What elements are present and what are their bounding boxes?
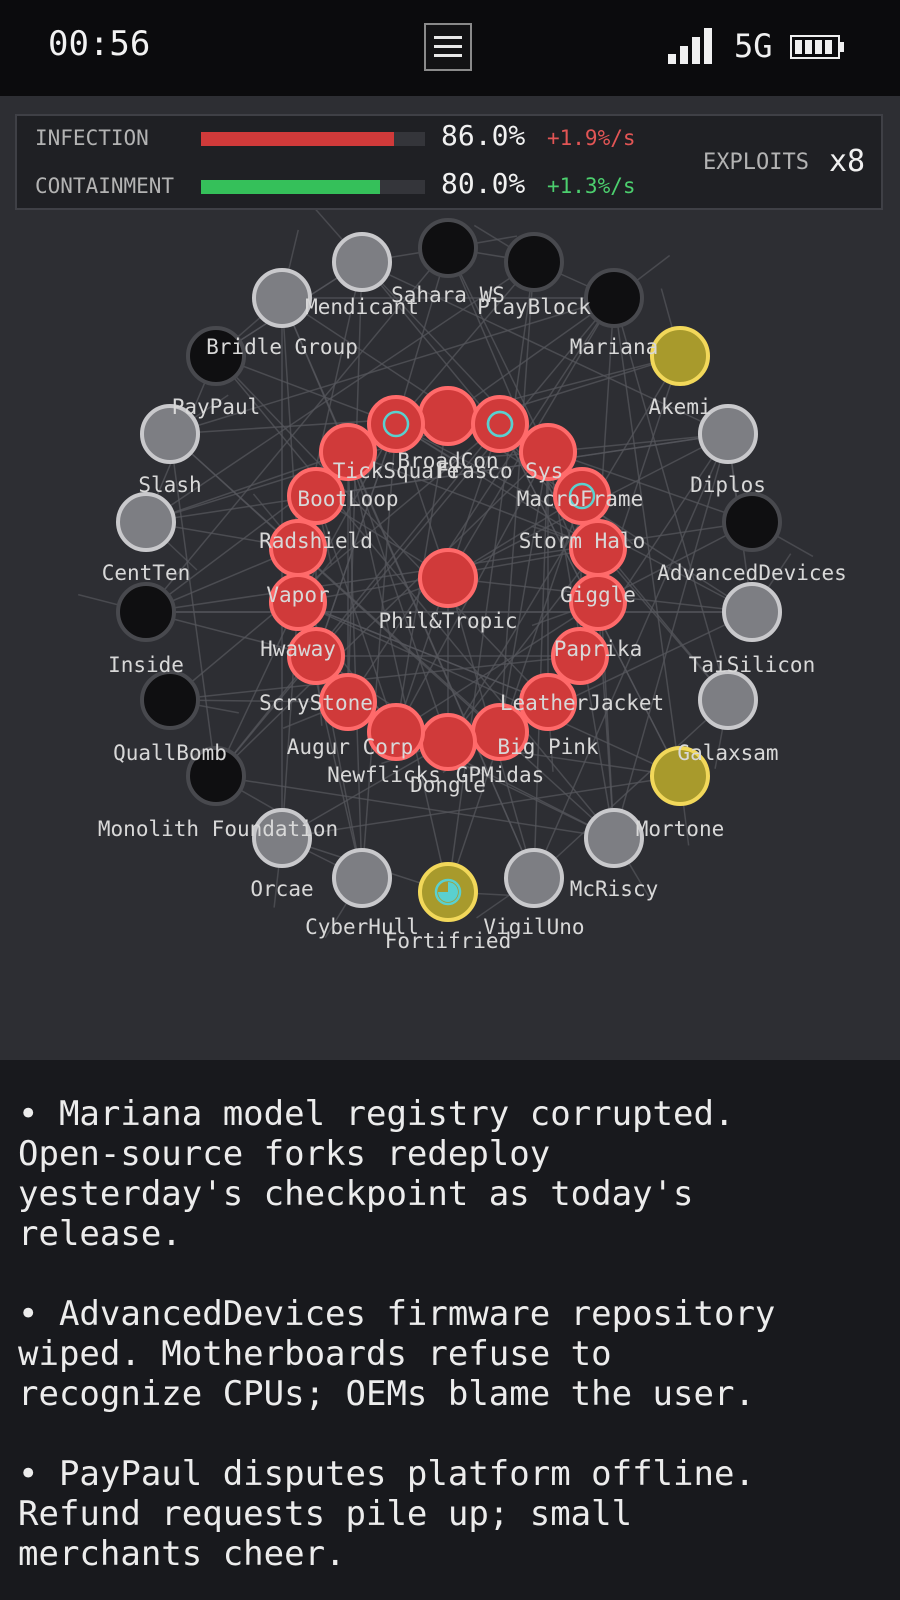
node-label: Inside	[108, 653, 184, 677]
network-edge	[533, 451, 549, 879]
node-label: TaiSilicon	[689, 653, 815, 677]
node-label: Akemi	[648, 395, 711, 419]
exploits-count: x8	[829, 144, 866, 179]
node-label: Phil&Tropic	[378, 609, 517, 633]
infection-bar-fill	[201, 132, 394, 146]
node-label: Monolith Foundation	[98, 817, 338, 841]
clock: 00:56	[48, 24, 151, 64]
node-label: ScryStone	[259, 691, 373, 715]
network-node-broadcon[interactable]	[418, 386, 478, 446]
node-label: QuallBomb	[113, 741, 227, 765]
stats-panel: INFECTION 86.0% +1.9%/s CONTAINMENT 80.0…	[15, 114, 883, 210]
network-node-dongle[interactable]	[419, 713, 477, 771]
network-node-sahara-ws[interactable]	[418, 218, 478, 278]
network-node-advanceddevices[interactable]	[722, 492, 782, 552]
node-label: Paprika	[554, 637, 643, 661]
network-node-frasco-sys[interactable]	[471, 395, 529, 453]
network-node-mcriscy[interactable]	[584, 808, 644, 868]
network-node-phil-tropic[interactable]	[418, 548, 478, 608]
network-node-centten[interactable]	[116, 492, 176, 552]
news-feed: • Mariana model registry corrupted. Open…	[0, 1060, 900, 1600]
news-item: • AdvancedDevices firmware repository wi…	[18, 1294, 776, 1414]
node-label: Diplos	[690, 473, 766, 497]
node-label: Sahara WS	[391, 283, 505, 307]
network-node-mariana[interactable]	[584, 268, 644, 328]
node-label: Vapor	[266, 583, 329, 607]
node-label: McRiscy	[570, 877, 659, 901]
network-type: 5G	[734, 27, 773, 65]
network-map: Phil&TropicBroadConFrasco SysMacroFrameS…	[78, 208, 847, 953]
status-bar: 00:56 5G	[0, 0, 900, 96]
node-label: Bridle Group	[206, 335, 358, 359]
node-label: CentTen	[102, 561, 191, 585]
containment-rate: +1.3%/s	[547, 174, 636, 198]
node-label: Galaxsam	[677, 741, 778, 765]
node-label: Radshield	[259, 529, 373, 553]
hamburger-menu-icon	[434, 36, 462, 58]
node-label: TickSquare	[333, 459, 459, 483]
network-node-bridle-group[interactable]	[252, 268, 312, 328]
network-node-inside[interactable]	[116, 582, 176, 642]
node-label: Mariana	[570, 335, 659, 359]
news-item: • Mariana model registry corrupted. Open…	[18, 1094, 735, 1254]
node-label: Slash	[138, 473, 201, 497]
battery-icon	[790, 35, 844, 59]
infection-rate: +1.9%/s	[547, 126, 636, 150]
node-label: MacroFrame	[517, 487, 643, 511]
node-label: BootLoop	[297, 487, 398, 511]
containment-bar-fill	[201, 180, 381, 194]
node-label: Hwaway	[260, 637, 336, 661]
node-label: LeatherJacket	[500, 691, 664, 715]
containment-bar	[201, 180, 425, 194]
node-label: Mortone	[636, 817, 725, 841]
news-item: • PayPaul disputes platform offline. Ref…	[18, 1454, 755, 1574]
node-label: PayPaul	[172, 395, 261, 419]
infection-label: INFECTION	[35, 126, 149, 150]
node-label: Augur Corp	[287, 735, 413, 759]
exploits-label: EXPLOITS	[703, 150, 809, 175]
network-node-cyberhull[interactable]	[332, 848, 392, 908]
network-node-ticksquare[interactable]	[367, 395, 425, 453]
network-node-mendicant[interactable]	[332, 232, 392, 292]
network-node-playblock[interactable]	[504, 232, 564, 292]
node-label: Storm Halo	[519, 529, 645, 553]
game-area: Phil&Tropic BroadCon Frasco Sys MacroFrame S…	[0, 96, 900, 1060]
node-label: Giggle	[560, 583, 636, 607]
signal-bars-icon	[668, 26, 718, 64]
infection-bar	[201, 132, 425, 146]
node-label: AdvancedDevices	[657, 561, 847, 585]
network-node-quallbomb[interactable]	[140, 670, 200, 730]
infection-value: 86.0%	[441, 119, 526, 152]
network-node-akemi[interactable]	[650, 326, 710, 386]
menu-button[interactable]	[424, 23, 472, 71]
network-node-galaxsam[interactable]	[698, 670, 758, 730]
node-label: Big Pink	[497, 735, 599, 759]
containment-label: CONTAINMENT	[35, 174, 175, 198]
network-node-taisilicon[interactable]	[722, 582, 782, 642]
containment-value: 80.0%	[441, 167, 526, 200]
node-label: Orcae	[250, 877, 313, 901]
network-node-vigiluno[interactable]	[504, 848, 564, 908]
node-label: CyberHull	[305, 915, 419, 939]
node-label: Newflicks	[327, 763, 441, 787]
